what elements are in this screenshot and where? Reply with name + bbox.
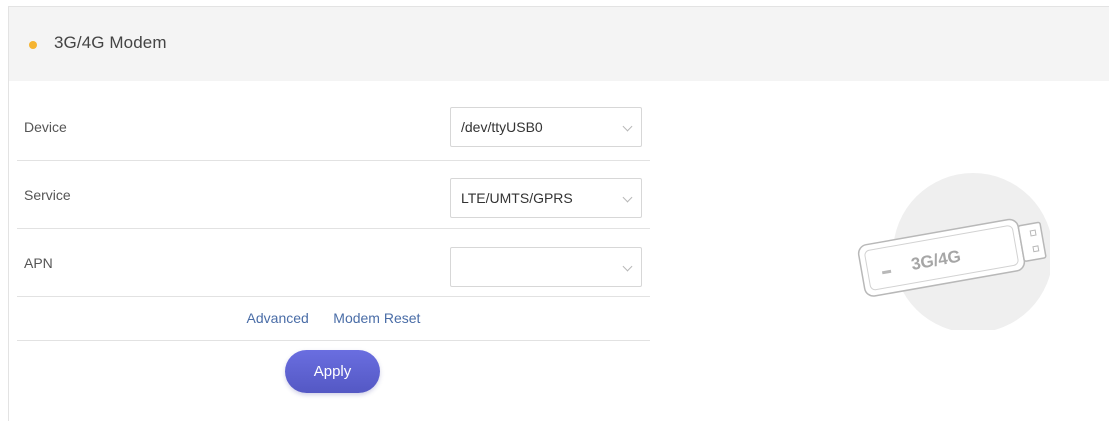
service-select[interactable]: LTE/UMTS/GPRS (450, 178, 642, 218)
chevron-down-icon (622, 121, 633, 132)
advanced-link[interactable]: Advanced (247, 298, 309, 339)
page-title: 3G/4G Modem (54, 33, 167, 52)
service-label: Service (24, 187, 71, 203)
apn-select[interactable] (450, 247, 642, 287)
device-row: Device /dev/ttyUSB0 (17, 93, 650, 161)
device-label: Device (24, 119, 67, 135)
service-select-value: LTE/UMTS/GPRS (461, 190, 573, 206)
panel-header: 3G/4G Modem (9, 7, 1109, 81)
chevron-down-icon (622, 261, 633, 272)
apn-label: APN (24, 255, 53, 271)
device-select-value: /dev/ttyUSB0 (461, 119, 543, 135)
apply-button[interactable]: Apply (285, 350, 380, 393)
device-select[interactable]: /dev/ttyUSB0 (450, 107, 642, 147)
links-row: Advanced Modem Reset (17, 298, 650, 341)
apn-row: APN (17, 229, 650, 297)
usb-modem-icon: 3G/4G (840, 150, 1053, 333)
status-dot-icon (29, 41, 37, 49)
service-row: Service LTE/UMTS/GPRS (17, 161, 650, 229)
chevron-down-icon (622, 192, 633, 203)
modem-reset-link[interactable]: Modem Reset (333, 298, 420, 339)
